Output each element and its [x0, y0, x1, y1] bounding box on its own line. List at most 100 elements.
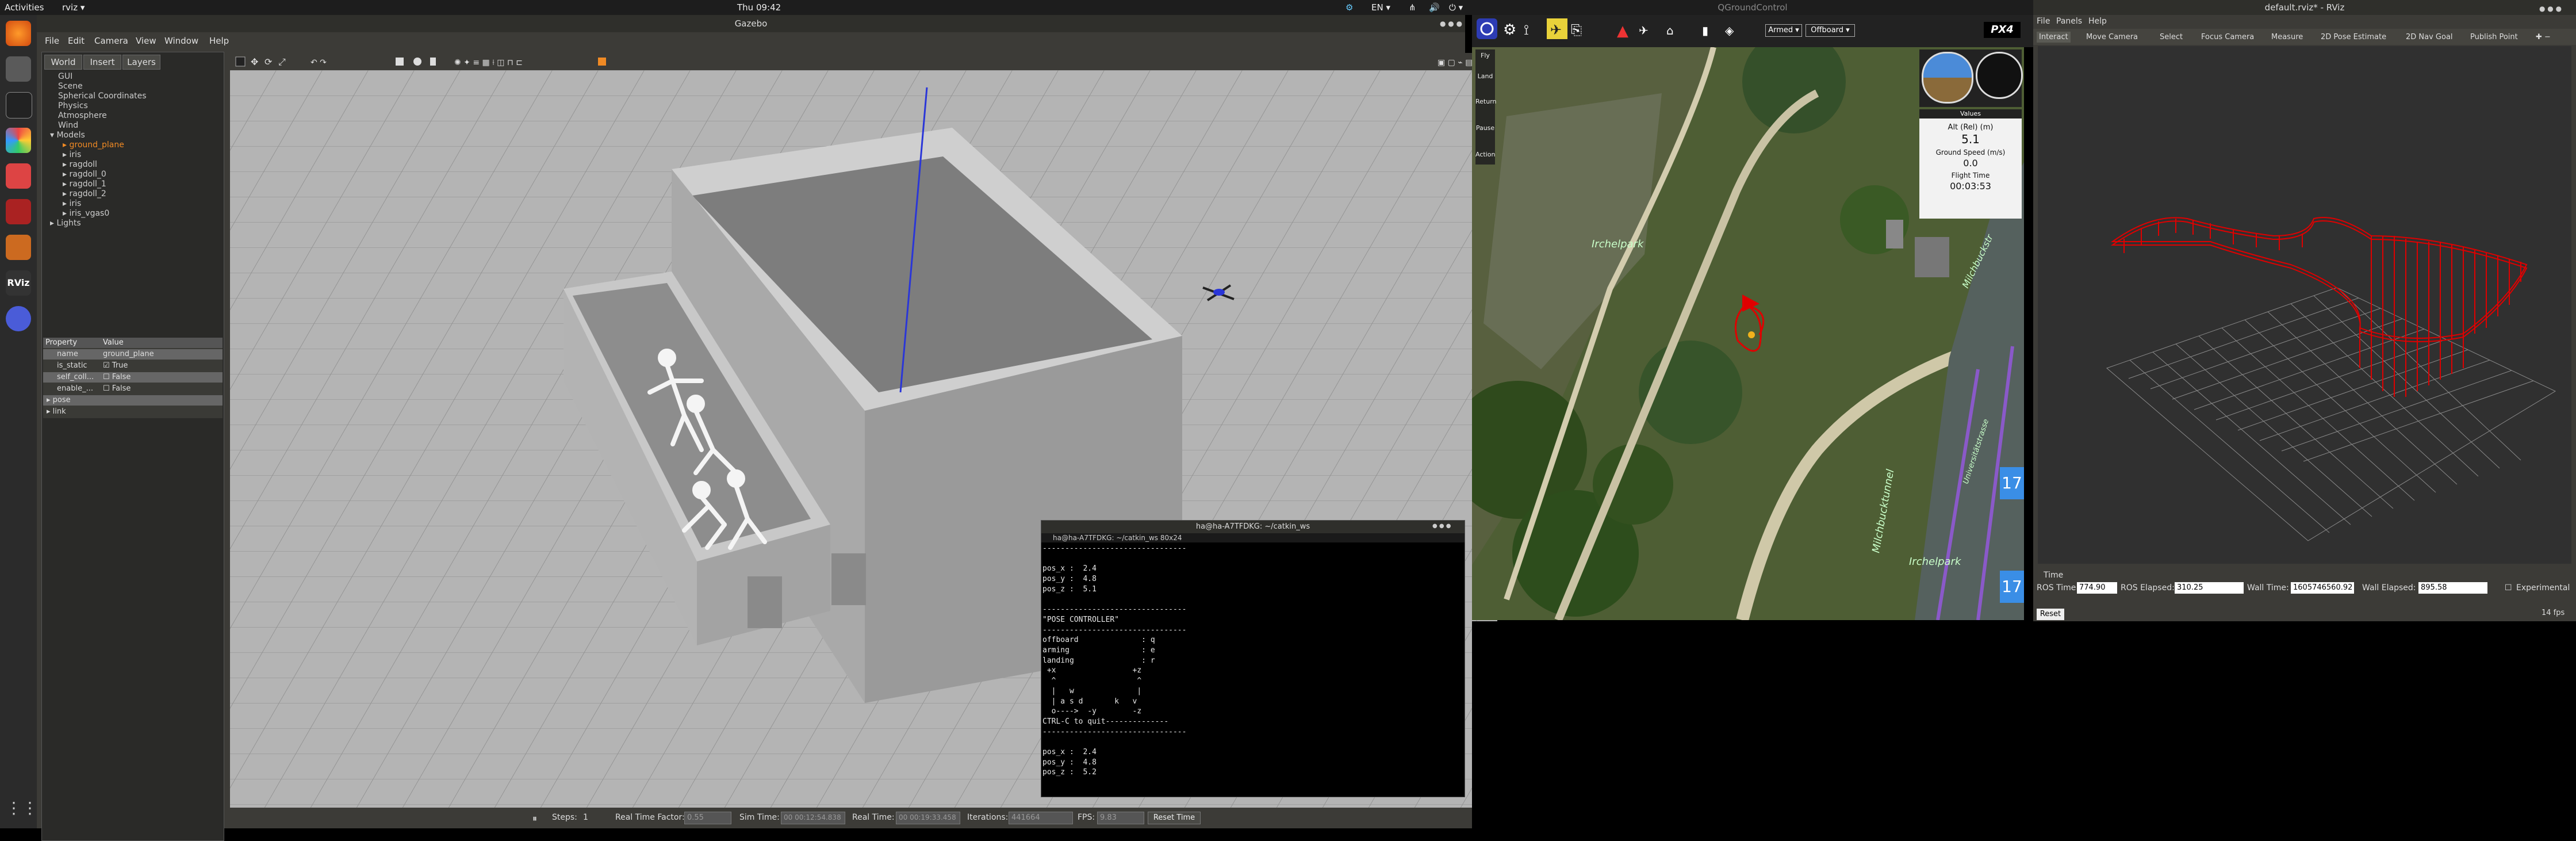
tree-item[interactable]: ▸ iris — [63, 199, 81, 208]
property-row[interactable]: ▸ link — [43, 407, 223, 417]
terminal-window[interactable]: ha@ha-A7TFDKG: ~/catkin_ws ● ● ● ha@ha-A… — [1041, 520, 1465, 797]
reset-time-button[interactable]: Reset Time — [1148, 812, 1201, 824]
qgroundcontrol-icon[interactable] — [6, 306, 31, 331]
menu-help[interactable]: Help — [2088, 17, 2107, 26]
tree-item-selected[interactable]: ▸ ground_plane — [63, 140, 124, 150]
rviz-toolbar: Interact Move Camera Select Focus Camera… — [2033, 29, 2576, 45]
menu-help[interactable]: Help — [209, 36, 229, 46]
tree-item[interactable]: Spherical Coordinates — [58, 91, 147, 101]
tool-focus-camera[interactable]: Focus Camera — [2201, 33, 2254, 41]
tree-item[interactable]: ▸ iris — [63, 150, 81, 159]
app-menu[interactable]: rviz ▾ — [62, 2, 85, 13]
rviz-3d-view[interactable] — [2038, 46, 2571, 564]
tool-2d-nav-goal[interactable]: 2D Nav Goal — [2406, 33, 2453, 41]
prop-value[interactable]: ☑ True — [103, 361, 128, 370]
steps-label: Steps: — [552, 813, 577, 822]
files-icon[interactable] — [6, 56, 31, 82]
menu-file[interactable]: File — [45, 36, 59, 46]
tree-item[interactable]: ▸ ragdoll_1 — [63, 179, 106, 189]
terminal-output[interactable]: -------------------------------- pos_x :… — [1042, 544, 1462, 794]
steps-value[interactable]: 1 — [583, 813, 588, 822]
tree-item[interactable]: ▸ iris_vgas0 — [63, 209, 109, 218]
property-row[interactable]: ▸ pose — [43, 395, 223, 406]
pause-icon[interactable]: ⏸ — [532, 813, 537, 824]
prop-key: name — [57, 350, 78, 358]
gazebo-icon[interactable] — [6, 235, 31, 260]
add-tool-icon[interactable]: ✚ − — [2536, 33, 2551, 41]
map-scale-badge[interactable]: 17 — [2000, 467, 2024, 499]
network-icon[interactable]: ⋔ — [1409, 2, 1416, 13]
clock[interactable]: Thu 09:42 — [737, 2, 781, 13]
wall-time-field[interactable]: 1605746560.92 — [2291, 582, 2354, 594]
property-row[interactable]: is_static ☑ True — [43, 361, 223, 371]
tool-measure[interactable]: Measure — [2271, 33, 2303, 41]
show-apps-icon[interactable]: ⋮⋮ — [6, 798, 38, 824]
tool-publish-point[interactable]: Publish Point — [2470, 33, 2518, 41]
tool-move-camera[interactable]: Move Camera — [2086, 33, 2138, 41]
tree-item[interactable]: Atmosphere — [58, 111, 107, 120]
slack-icon[interactable] — [6, 128, 31, 153]
tab-layers[interactable]: Layers — [122, 55, 160, 70]
firefox-icon[interactable] — [6, 21, 31, 46]
svg-text:▲: ▲ — [1617, 22, 1628, 40]
ros-elapsed-field[interactable]: 310.25 — [2175, 582, 2244, 594]
gs-value: 0.0 — [1963, 158, 1978, 169]
qgc-toolbar-icons[interactable]: ⚙ ⟟ ✈ ⎘ ▲ ✈ ⌂ ▮ ◈ — [1472, 15, 2033, 47]
window-controls[interactable]: ● ● ● — [2539, 5, 2562, 13]
activities-button[interactable]: Activities — [5, 2, 44, 13]
menu-view[interactable]: View — [136, 36, 156, 46]
return-tool[interactable]: Return — [1475, 98, 1497, 105]
instrument-panel — [1919, 49, 2023, 107]
window-controls[interactable]: ● ● ● — [1440, 20, 1462, 28]
menu-panels[interactable]: Panels — [2056, 17, 2082, 26]
flight-mode-dropdown[interactable]: Offboard ▾ — [1805, 24, 1855, 37]
tree-item-lights[interactable]: ▸ Lights — [50, 219, 81, 228]
tab-insert[interactable]: Insert — [83, 55, 121, 70]
qgc-map[interactable]: Irchelpark Milchbuckstr Milchbucktunnel … — [1472, 47, 2024, 620]
property-row[interactable]: enable_... ☐ False — [43, 384, 223, 394]
values-tab[interactable]: Values — [1919, 109, 2022, 118]
fly-tool[interactable]: Fly — [1475, 52, 1495, 59]
property-row[interactable]: self_coll... ☐ False — [43, 372, 223, 383]
power-icon[interactable]: ⏻ ▾ — [1449, 2, 1463, 13]
menu-edit[interactable]: Edit — [68, 36, 85, 46]
rviz-icon[interactable]: RViz — [6, 270, 31, 296]
tree-item[interactable]: ▸ ragdoll — [63, 160, 97, 169]
toolbar-icons[interactable]: ✥ ⟳ ⤢ ↶ ↷ ✺ ✦ ≡ ▦ ⟊ ◫ ⊓ ⊏ ▣ ▢ ⌁ ▤ — [230, 53, 1497, 70]
experimental-checkbox[interactable]: ☐ — [2505, 583, 2512, 592]
indicator-icon[interactable]: ⚙ — [1346, 2, 1353, 13]
pause-tool[interactable]: Pause — [1475, 124, 1495, 132]
tree-item[interactable]: Physics — [58, 101, 88, 110]
menu-camera[interactable]: Camera — [94, 36, 128, 46]
tree-item[interactable]: ▸ ragdoll_0 — [63, 170, 106, 179]
tree-item[interactable]: GUI — [58, 72, 72, 81]
armed-dropdown[interactable]: Armed ▾ — [1765, 24, 1802, 37]
tree-item-models[interactable]: ▾ Models — [50, 131, 85, 140]
tool-interact[interactable]: Interact — [2037, 32, 2071, 43]
tree-item[interactable]: ▸ ragdoll_2 — [63, 189, 106, 198]
prop-value[interactable]: ☐ False — [103, 373, 131, 381]
map-scale-badge[interactable]: 17 — [2000, 571, 2024, 603]
reset-button[interactable]: Reset — [2037, 609, 2064, 620]
window-controls[interactable]: ● ● ● — [1432, 523, 1451, 529]
terminal-tab[interactable]: ha@ha-A7TFDKG: ~/catkin_ws 80x24 — [1041, 533, 1465, 542]
land-tool[interactable]: Land — [1475, 72, 1495, 80]
action-tool[interactable]: Action — [1475, 151, 1495, 158]
presentation-icon[interactable] — [6, 199, 31, 224]
tool-select[interactable]: Select — [2160, 33, 2183, 41]
property-row[interactable]: name ground_plane — [43, 349, 223, 360]
volume-icon[interactable]: 🔊 — [1429, 2, 1440, 13]
language-indicator[interactable]: EN ▾ — [1371, 2, 1390, 13]
map-label: Irchelpark — [1592, 238, 1644, 250]
terminal-icon[interactable] — [6, 92, 32, 118]
menu-window[interactable]: Window — [164, 36, 198, 46]
ros-time-field[interactable]: 774.90 — [2077, 582, 2117, 594]
prop-value[interactable]: ☐ False — [103, 384, 131, 393]
tab-world[interactable]: World — [44, 55, 82, 70]
tree-item[interactable]: Scene — [58, 82, 83, 91]
tree-item[interactable]: Wind — [58, 121, 78, 130]
menu-file[interactable]: File — [2037, 17, 2050, 26]
text-editor-icon[interactable] — [6, 163, 31, 189]
tool-2d-pose-estimate[interactable]: 2D Pose Estimate — [2321, 33, 2386, 41]
wall-elapsed-field[interactable]: 895.58 — [2418, 582, 2487, 594]
